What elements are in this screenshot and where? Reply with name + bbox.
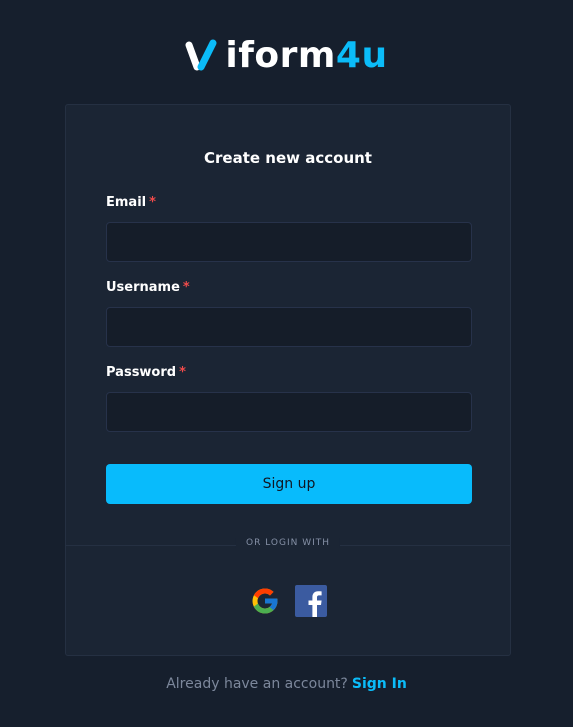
brand-logo: iform4u [0, 36, 573, 76]
email-label: Email * [106, 195, 156, 210]
sign-in-link[interactable]: Sign In [352, 676, 407, 692]
email-label-text: Email [106, 195, 147, 210]
footer-prompt: Already have an account? [166, 676, 348, 692]
password-required-mark: * [179, 365, 186, 380]
signup-card: Create new account Email * Username * Pass… [65, 104, 511, 656]
facebook-icon [295, 585, 327, 617]
brand-name-part-b: 4u [335, 35, 388, 76]
email-required-mark: * [149, 195, 156, 210]
username-required-mark: * [182, 280, 190, 295]
password-input[interactable] [106, 392, 472, 432]
brand-name: iform4u [225, 36, 387, 76]
email-input[interactable] [106, 222, 472, 262]
brand-name-part-a: iform [225, 35, 336, 76]
form-title: Create new account [204, 149, 372, 167]
logo-mark-icon [185, 39, 217, 71]
google-icon [252, 588, 278, 614]
footer: Already have an account? Sign In [0, 676, 573, 692]
password-label: Password * [106, 365, 186, 380]
google-login-button[interactable] [249, 585, 281, 617]
username-label-text: Username [106, 280, 180, 295]
divider-text: OR LOGIN WITH [235, 538, 341, 548]
facebook-login-button[interactable] [295, 585, 327, 617]
username-input[interactable] [106, 307, 472, 347]
sign-up-button[interactable]: Sign up [106, 464, 472, 504]
password-label-text: Password [106, 365, 177, 380]
social-login [66, 585, 510, 617]
username-label: Username * [106, 280, 190, 295]
